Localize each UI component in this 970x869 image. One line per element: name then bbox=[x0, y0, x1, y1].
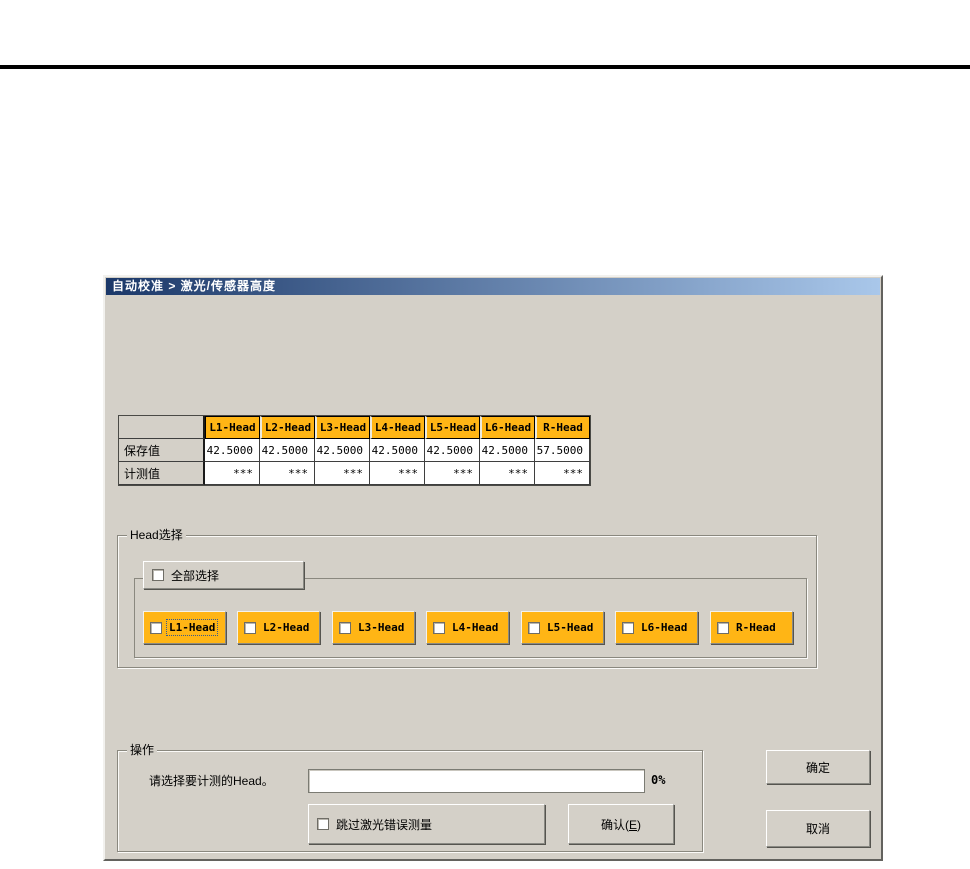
confirm-button[interactable]: 确认(E) bbox=[568, 804, 674, 844]
head-button-label: L5-Head bbox=[547, 621, 594, 634]
select-all-checkbox[interactable] bbox=[152, 569, 164, 581]
head-button-label: L3-Head bbox=[358, 621, 405, 634]
row-label: 计测值 bbox=[119, 462, 205, 485]
table-col-header: L6-Head bbox=[480, 416, 535, 439]
head-button-l1[interactable]: L1-Head bbox=[143, 611, 226, 644]
head-button-label: L1-Head bbox=[165, 619, 219, 636]
cancel-button[interactable]: 取消 bbox=[766, 810, 870, 847]
head-button-l4[interactable]: L4-Head bbox=[426, 611, 509, 644]
page-divider-rule bbox=[0, 65, 970, 69]
calibration-dialog: 自动校准 > 激光/传感器高度 L1-Head L2-Head L3-Head … bbox=[103, 275, 883, 861]
head-button-l2[interactable]: L2-Head bbox=[237, 611, 320, 644]
head-checkbox-l2[interactable] bbox=[244, 621, 256, 634]
table-col-header: L3-Head bbox=[315, 416, 370, 439]
measured-value-cell: *** bbox=[315, 462, 370, 485]
table-row-saved: 保存值 42.5000 42.5000 42.5000 42.5000 42.5… bbox=[119, 439, 590, 462]
head-checkbox-l4[interactable] bbox=[433, 621, 445, 634]
confirm-button-label: 确认(E) bbox=[600, 817, 641, 832]
saved-value-cell: 42.5000 bbox=[370, 439, 425, 462]
measured-value-cell: *** bbox=[205, 462, 260, 485]
select-all-button[interactable]: 全部选择 bbox=[143, 561, 304, 589]
head-select-group: Head选择 全部选择 L1-Head L2-Head L3-Head L4-H… bbox=[117, 528, 817, 668]
head-button-label: R-Head bbox=[736, 621, 776, 634]
select-head-prompt: 请选择要计测的Head。 bbox=[149, 774, 274, 788]
table-col-header: L5-Head bbox=[425, 416, 480, 439]
progress-percent-label: 0% bbox=[651, 773, 666, 787]
saved-value-cell: 42.5000 bbox=[205, 439, 260, 462]
select-all-label: 全部选择 bbox=[171, 568, 220, 583]
cancel-button-label: 取消 bbox=[805, 822, 830, 836]
table-col-header: L4-Head bbox=[370, 416, 425, 439]
head-button-label: L6-Head bbox=[641, 621, 688, 634]
skip-laser-error-checkbox[interactable] bbox=[317, 818, 329, 830]
head-button-l5[interactable]: L5-Head bbox=[521, 611, 604, 644]
ok-button-label: 确定 bbox=[805, 760, 830, 775]
operation-group: 操作 请选择要计测的Head。 0% 跳过激光错误测量 确认(E) bbox=[117, 743, 703, 852]
head-button-r[interactable]: R-Head bbox=[710, 611, 793, 644]
skip-laser-error-button[interactable]: 跳过激光错误测量 bbox=[308, 804, 545, 844]
head-values-table: L1-Head L2-Head L3-Head L4-Head L5-Head … bbox=[118, 415, 591, 486]
head-checkbox-l3[interactable] bbox=[339, 621, 351, 634]
table-col-header: L1-Head bbox=[205, 416, 260, 439]
skip-laser-error-label: 跳过激光错误测量 bbox=[336, 817, 433, 832]
dialog-title: 自动校准 > 激光/传感器高度 bbox=[106, 278, 880, 295]
head-checkbox-l6[interactable] bbox=[622, 621, 634, 634]
measured-value-cell: *** bbox=[480, 462, 535, 485]
head-select-group-label: Head选择 bbox=[127, 528, 186, 542]
operation-group-label: 操作 bbox=[127, 743, 158, 757]
measured-value-cell: *** bbox=[535, 462, 590, 485]
saved-value-cell: 42.5000 bbox=[260, 439, 315, 462]
table-header-row: L1-Head L2-Head L3-Head L4-Head L5-Head … bbox=[119, 416, 590, 439]
measured-value-cell: *** bbox=[370, 462, 425, 485]
saved-value-cell: 42.5000 bbox=[315, 439, 370, 462]
row-label: 保存值 bbox=[119, 439, 205, 462]
table-col-header: R-Head bbox=[535, 416, 590, 439]
measured-value-cell: *** bbox=[425, 462, 480, 485]
head-button-l6[interactable]: L6-Head bbox=[615, 611, 698, 644]
head-button-label: L4-Head bbox=[452, 621, 499, 634]
head-checkbox-r[interactable] bbox=[717, 621, 729, 634]
measured-value-cell: *** bbox=[260, 462, 315, 485]
head-button-label: L2-Head bbox=[263, 621, 310, 634]
measure-progress-bar bbox=[308, 769, 645, 793]
table-corner-cell bbox=[119, 416, 205, 439]
saved-value-cell: 42.5000 bbox=[425, 439, 480, 462]
table-row-measured: 计测值 *** *** *** *** *** *** *** bbox=[119, 462, 590, 485]
head-button-l3[interactable]: L3-Head bbox=[332, 611, 415, 644]
head-checkbox-l1[interactable] bbox=[150, 621, 162, 634]
head-checkbox-l5[interactable] bbox=[528, 621, 540, 634]
ok-button[interactable]: 确定 bbox=[766, 750, 870, 784]
saved-value-cell: 57.5000 bbox=[535, 439, 590, 462]
table-col-header: L2-Head bbox=[260, 416, 315, 439]
saved-value-cell: 42.5000 bbox=[480, 439, 535, 462]
